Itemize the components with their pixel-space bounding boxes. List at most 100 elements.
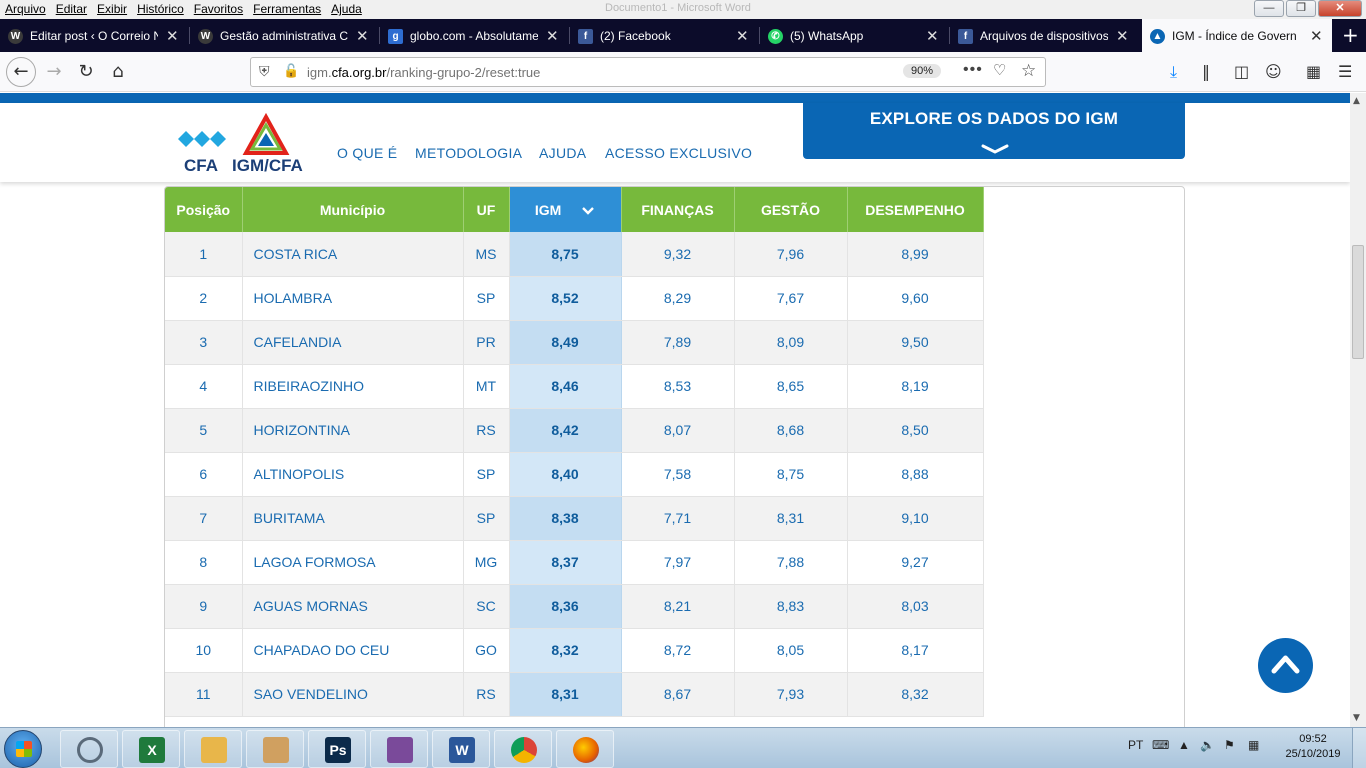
cell-gestao[interactable]: 8,09 bbox=[734, 320, 848, 365]
cell-financas[interactable]: 7,97 bbox=[621, 540, 735, 585]
cell-gestao[interactable]: 8,68 bbox=[734, 408, 848, 453]
language-indicator[interactable]: PT bbox=[1128, 738, 1143, 752]
address-bar[interactable]: ⛨ 🔓 igm.cfa.org.br/ranking-grupo-2/reset… bbox=[250, 57, 1046, 87]
cell-financas[interactable]: 8,67 bbox=[621, 672, 735, 717]
sidebar-icon[interactable]: ◫ bbox=[1234, 62, 1249, 81]
close-icon[interactable]: ✕ bbox=[736, 27, 749, 45]
menu-arquivo[interactable]: Arquivo bbox=[0, 0, 51, 16]
reload-button[interactable]: ↻ bbox=[74, 60, 98, 84]
cell-municipio[interactable]: CAFELANDIA bbox=[242, 320, 464, 365]
cell-uf[interactable]: PR bbox=[463, 320, 510, 365]
nav-o-que-e[interactable]: O QUE É bbox=[337, 145, 397, 161]
cell-posicao[interactable]: 3 bbox=[165, 320, 243, 365]
taskbar-movie-maker-button[interactable] bbox=[370, 730, 428, 768]
cell-gestao[interactable]: 8,75 bbox=[734, 452, 848, 497]
taskbar-paint-button[interactable] bbox=[246, 730, 304, 768]
cell-municipio[interactable]: HOLAMBRA bbox=[242, 276, 464, 321]
system-clock[interactable]: 09:52 25/10/2019 bbox=[1282, 732, 1344, 762]
menu-exibir[interactable]: Exibir bbox=[92, 0, 132, 16]
cell-igm[interactable]: 8,42 bbox=[509, 408, 622, 453]
col-municipio[interactable]: Município bbox=[242, 187, 464, 232]
cell-uf[interactable]: RS bbox=[463, 408, 510, 453]
cell-uf[interactable]: MG bbox=[463, 540, 510, 585]
back-button[interactable]: ← bbox=[6, 57, 36, 87]
library-icon[interactable]: ‖ bbox=[1202, 62, 1210, 81]
cell-desempenho[interactable]: 8,17 bbox=[847, 628, 984, 673]
table-row[interactable]: 7 BURITAMA SP 8,38 7,71 8,31 9,10 bbox=[165, 496, 984, 541]
col-desempenho[interactable]: DESEMPENHO bbox=[847, 187, 984, 232]
cell-desempenho[interactable]: 8,99 bbox=[847, 232, 984, 277]
cell-desempenho[interactable]: 8,50 bbox=[847, 408, 984, 453]
cell-financas[interactable]: 8,53 bbox=[621, 364, 735, 409]
table-row[interactable]: 10 CHAPADAO DO CEU GO 8,32 8,72 8,05 8,17 bbox=[165, 628, 984, 673]
cell-desempenho[interactable]: 8,03 bbox=[847, 584, 984, 629]
table-row[interactable]: 2 HOLAMBRA SP 8,52 8,29 7,67 9,60 bbox=[165, 276, 984, 321]
download-icon[interactable]: ⤓ bbox=[1170, 62, 1177, 82]
cell-gestao[interactable]: 8,31 bbox=[734, 496, 848, 541]
cell-uf[interactable]: SP bbox=[463, 276, 510, 321]
taskbar-excel-button[interactable]: X bbox=[122, 730, 180, 768]
bookmark-star-icon[interactable]: ☆ bbox=[1021, 61, 1036, 81]
forward-button[interactable]: → bbox=[42, 60, 66, 84]
menu-favoritos[interactable]: Favoritos bbox=[189, 0, 248, 16]
zoom-level[interactable]: 90% bbox=[903, 64, 942, 78]
flag-icon[interactable]: ⚑ bbox=[1224, 738, 1235, 752]
restore-button[interactable]: ❐ bbox=[1286, 0, 1316, 17]
cell-municipio[interactable]: RIBEIRAOZINHO bbox=[242, 364, 464, 409]
cell-municipio[interactable]: COSTA RICA bbox=[242, 232, 464, 277]
tab-gestao-administrativa[interactable]: W Gestão administrativa CF ✕ bbox=[190, 19, 380, 52]
cell-gestao[interactable]: 7,96 bbox=[734, 232, 848, 277]
cell-gestao[interactable]: 8,83 bbox=[734, 584, 848, 629]
cell-uf[interactable]: RS bbox=[463, 672, 510, 717]
cell-desempenho[interactable]: 9,60 bbox=[847, 276, 984, 321]
col-igm-sorted[interactable]: IGM bbox=[509, 187, 622, 232]
close-window-button[interactable]: ✕ bbox=[1318, 0, 1362, 17]
tab-igm-active[interactable]: ▲ IGM - Índice de Governa ✕ bbox=[1142, 19, 1332, 52]
cell-financas[interactable]: 8,07 bbox=[621, 408, 735, 453]
tab-arquivos-dispositivos[interactable]: f Arquivos de dispositivos ✕ bbox=[950, 19, 1140, 52]
cell-municipio[interactable]: AGUAS MORNAS bbox=[242, 584, 464, 629]
close-icon[interactable]: ✕ bbox=[546, 27, 559, 45]
cell-igm[interactable]: 8,75 bbox=[509, 232, 622, 277]
tab-globo[interactable]: g globo.com - Absolutame ✕ bbox=[380, 19, 570, 52]
taskbar-folder-button[interactable] bbox=[184, 730, 242, 768]
close-icon[interactable]: ✕ bbox=[1310, 27, 1323, 45]
cell-desempenho[interactable]: 8,19 bbox=[847, 364, 984, 409]
igm-logo-text[interactable]: IGM/CFA bbox=[232, 156, 303, 176]
table-row[interactable]: 6 ALTINOPOLIS SP 8,40 7,58 8,75 8,88 bbox=[165, 452, 984, 497]
cell-posicao[interactable]: 8 bbox=[165, 540, 243, 585]
menu-editar[interactable]: Editar bbox=[51, 0, 92, 16]
cell-gestao[interactable]: 7,93 bbox=[734, 672, 848, 717]
close-icon[interactable]: ✕ bbox=[926, 27, 939, 45]
cell-financas[interactable]: 7,89 bbox=[621, 320, 735, 365]
cell-igm[interactable]: 8,32 bbox=[509, 628, 622, 673]
table-row[interactable]: 9 AGUAS MORNAS SC 8,36 8,21 8,83 8,03 bbox=[165, 584, 984, 629]
pocket-icon[interactable]: ♡ bbox=[993, 61, 1006, 79]
nav-metodologia[interactable]: METODOLOGIA bbox=[415, 145, 522, 161]
show-desktop-button[interactable] bbox=[1352, 728, 1366, 768]
home-button[interactable]: ⌂ bbox=[106, 60, 130, 84]
shield-icon[interactable]: ⛨ bbox=[259, 63, 270, 80]
cell-igm[interactable]: 8,46 bbox=[509, 364, 622, 409]
tab-facebook[interactable]: f (2) Facebook ✕ bbox=[570, 19, 760, 52]
cell-municipio[interactable]: HORIZONTINA bbox=[242, 408, 464, 453]
network-icon[interactable]: ▦ bbox=[1248, 738, 1259, 752]
tab-whatsapp[interactable]: ✆ (5) WhatsApp ✕ bbox=[760, 19, 950, 52]
col-uf[interactable]: UF bbox=[463, 187, 510, 232]
account-icon[interactable]: ☺ bbox=[1265, 62, 1282, 81]
cell-igm[interactable]: 8,36 bbox=[509, 584, 622, 629]
cell-desempenho[interactable]: 8,32 bbox=[847, 672, 984, 717]
cell-desempenho[interactable]: 9,27 bbox=[847, 540, 984, 585]
cell-posicao[interactable]: 10 bbox=[165, 628, 243, 673]
nav-acesso-exclusivo[interactable]: ACESSO EXCLUSIVO bbox=[605, 145, 752, 161]
cell-posicao[interactable]: 6 bbox=[165, 452, 243, 497]
close-icon[interactable]: ✕ bbox=[166, 27, 179, 45]
col-financas[interactable]: FINANÇAS bbox=[621, 187, 735, 232]
cell-posicao[interactable]: 5 bbox=[165, 408, 243, 453]
more-actions-icon[interactable]: ••• bbox=[963, 61, 983, 79]
cell-uf[interactable]: GO bbox=[463, 628, 510, 673]
menu-historico[interactable]: Histórico bbox=[132, 0, 189, 16]
page-scrollbar[interactable]: ▲ ▼ bbox=[1350, 93, 1366, 727]
cell-uf[interactable]: MS bbox=[463, 232, 510, 277]
cell-gestao[interactable]: 8,05 bbox=[734, 628, 848, 673]
